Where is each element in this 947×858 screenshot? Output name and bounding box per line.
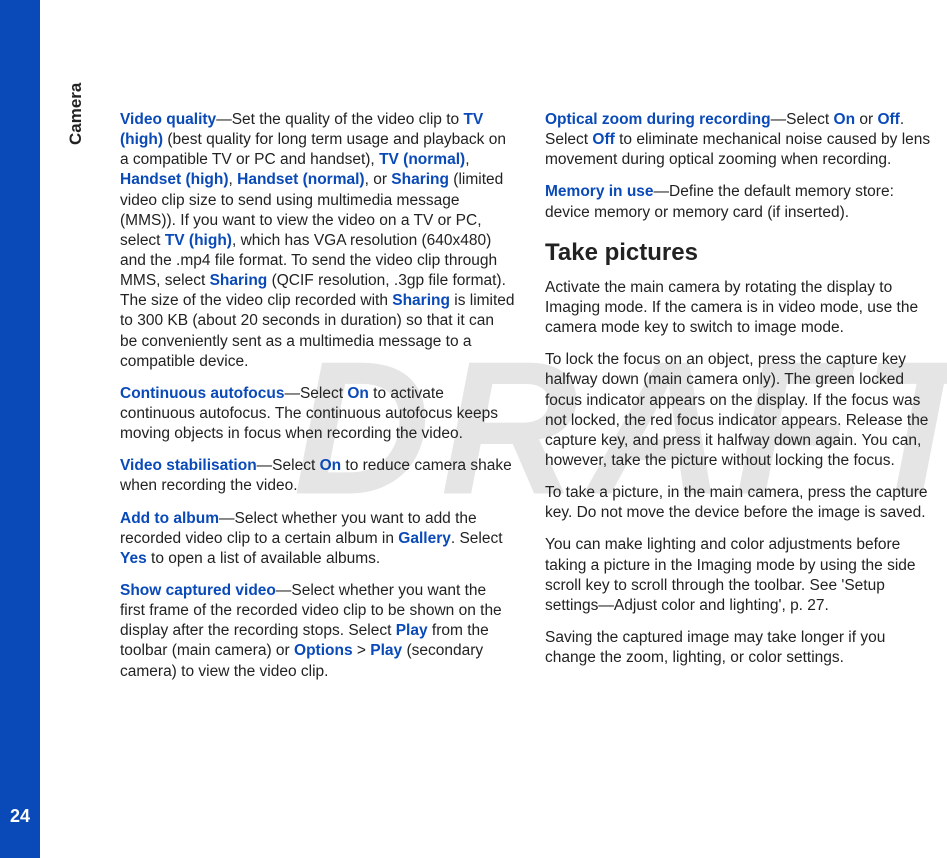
term-tv-normal: TV (normal): [379, 151, 465, 168]
paragraph-take-pictures-5: Saving the captured image may take longe…: [545, 628, 940, 668]
term-sharing-3: Sharing: [392, 292, 450, 309]
paragraph-continuous-autofocus: Continuous autofocus—Select On to activa…: [120, 384, 515, 444]
term-tv-high-2: TV (high): [165, 232, 232, 249]
term-play-2: Play: [370, 642, 402, 659]
term-play: Play: [396, 622, 428, 639]
term-options: Options: [294, 642, 353, 659]
term-on-3: On: [834, 111, 856, 128]
term-on-2: On: [320, 457, 342, 474]
paragraph-take-pictures-2: To lock the focus on an object, press th…: [545, 350, 940, 471]
term-off: Off: [877, 111, 899, 128]
paragraph-take-pictures-1: Activate the main camera by rotating the…: [545, 278, 940, 338]
term-gallery: Gallery: [398, 530, 451, 547]
term-sharing: Sharing: [391, 171, 449, 188]
paragraph-add-to-album: Add to album—Select whether you want to …: [120, 509, 515, 569]
term-memory-in-use: Memory in use: [545, 183, 654, 200]
term-handset-normal: Handset (normal): [237, 171, 364, 188]
term-video-stabilisation: Video stabilisation: [120, 457, 257, 474]
term-optical-zoom: Optical zoom during recording: [545, 111, 771, 128]
term-sharing-2: Sharing: [210, 272, 268, 289]
term-add-to-album: Add to album: [120, 510, 219, 527]
paragraph-take-pictures-4: You can make lighting and color adjustme…: [545, 535, 940, 616]
paragraph-optical-zoom: Optical zoom during recording—Select On …: [545, 110, 940, 170]
section-label: Camera: [65, 83, 87, 145]
term-video-quality: Video quality: [120, 111, 216, 128]
term-yes: Yes: [120, 550, 147, 567]
main-content: Video quality—Set the quality of the vid…: [120, 110, 940, 687]
paragraph-video-stabilisation: Video stabilisation—Select On to reduce …: [120, 456, 515, 496]
sidebar: 24: [0, 0, 40, 858]
term-continuous-autofocus: Continuous autofocus: [120, 385, 284, 402]
term-show-captured-video: Show captured video: [120, 582, 276, 599]
term-on: On: [347, 385, 369, 402]
paragraph-take-pictures-3: To take a picture, in the main camera, p…: [545, 483, 940, 523]
heading-take-pictures: Take pictures: [545, 237, 940, 268]
paragraph-video-quality: Video quality—Set the quality of the vid…: [120, 110, 515, 372]
term-handset-high: Handset (high): [120, 171, 229, 188]
page-number: 24: [0, 805, 40, 828]
paragraph-show-captured-video: Show captured video—Select whether you w…: [120, 581, 515, 682]
term-off-2: Off: [592, 131, 614, 148]
paragraph-memory-in-use: Memory in use—Define the default memory …: [545, 182, 940, 222]
